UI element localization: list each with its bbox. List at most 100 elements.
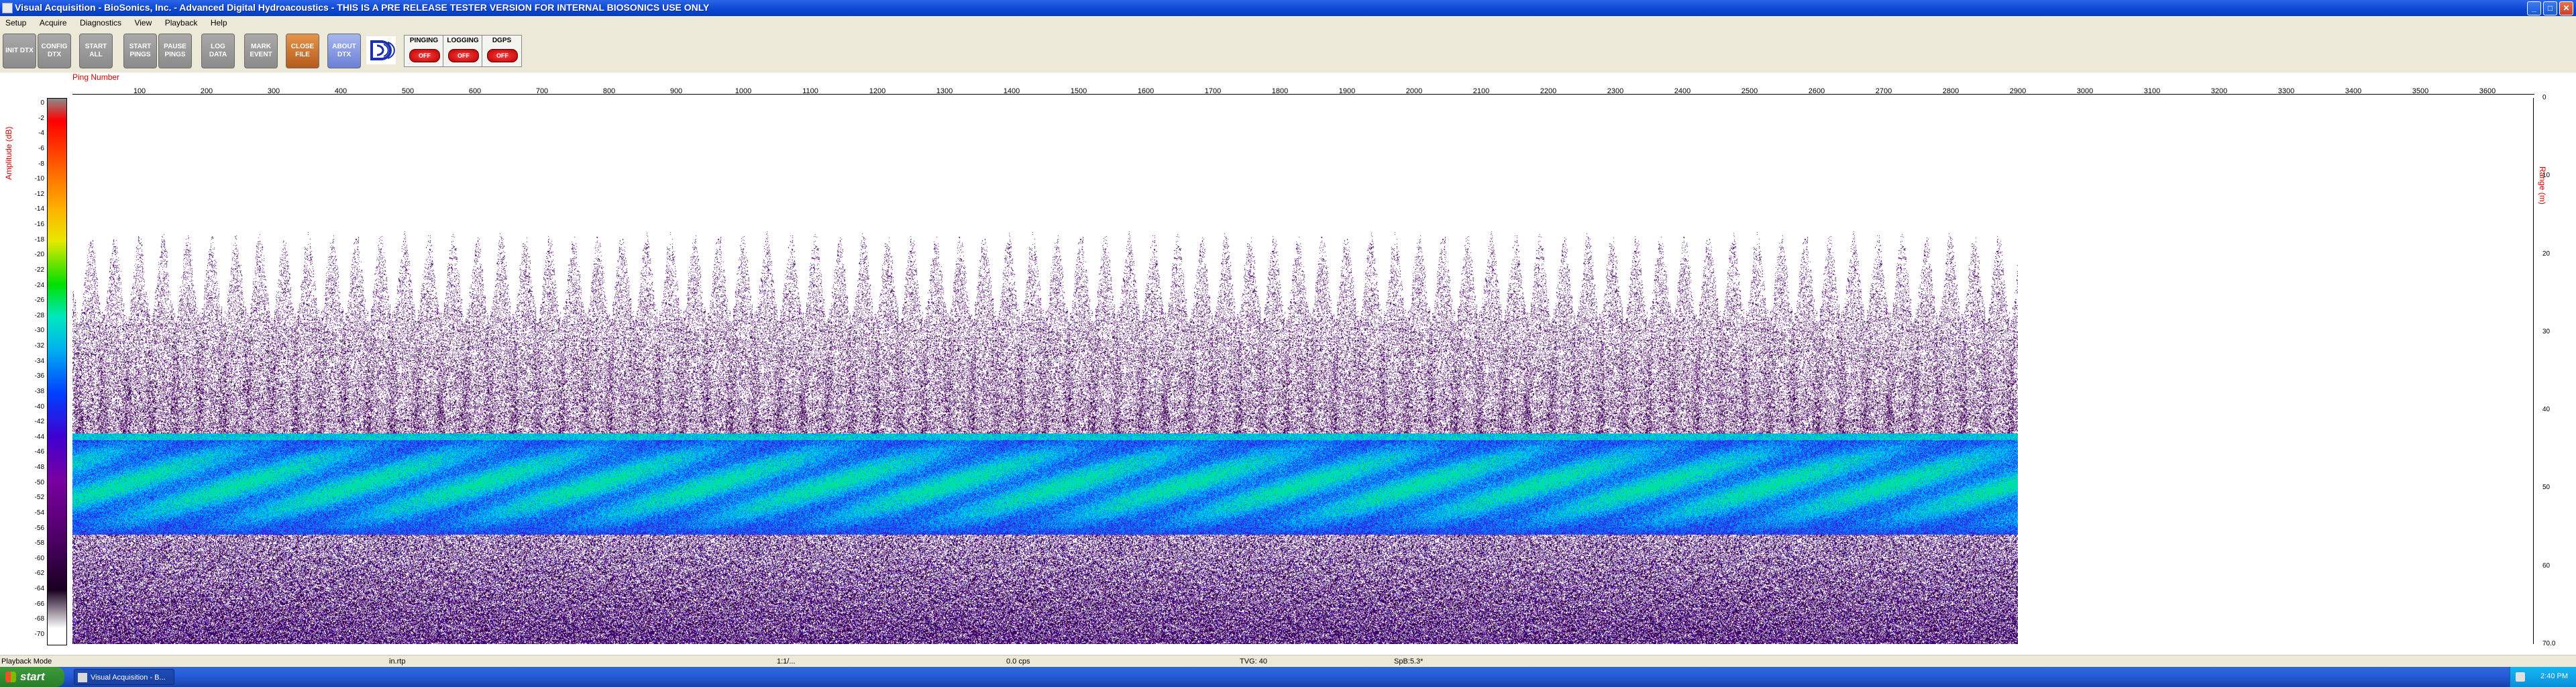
amplitude-tick-label: -46 bbox=[34, 448, 44, 456]
amplitude-tick-label: -12 bbox=[34, 190, 44, 198]
taskbar-item-visual-acquisition[interactable]: Visual Acquisition - B... bbox=[74, 669, 174, 685]
title-bar: Visual Acquisition - BioSonics, Inc. - A… bbox=[0, 0, 2576, 16]
config-dtx-button[interactable]: CONFIG DTX bbox=[38, 34, 71, 68]
windows-flag-icon bbox=[5, 672, 16, 682]
amplitude-tick-label: -16 bbox=[34, 221, 44, 229]
menu-acquire[interactable]: Acquire bbox=[34, 16, 72, 28]
amplitude-tick-label: -28 bbox=[34, 311, 44, 319]
log-data-button[interactable]: LOG DATA bbox=[201, 34, 235, 68]
ping-axis-line bbox=[72, 94, 2534, 95]
start-button[interactable]: start bbox=[0, 667, 64, 687]
amplitude-tick-label: -62 bbox=[34, 570, 44, 578]
status-position: 1:1/... bbox=[777, 657, 796, 666]
menu-playback[interactable]: Playback bbox=[160, 16, 203, 28]
amplitude-tick-label: -36 bbox=[34, 372, 44, 380]
status-tvg: TVG: 40 bbox=[1240, 657, 1267, 666]
dgps-label: DGPS bbox=[492, 37, 512, 44]
amplitude-tick-label: -6 bbox=[38, 144, 44, 152]
logging-indicator: LOGGING OFF bbox=[443, 35, 483, 67]
amplitude-tick-label: -2 bbox=[38, 114, 44, 122]
amplitude-tick-label: -40 bbox=[34, 403, 44, 411]
range-tick-label: 50 bbox=[2542, 484, 2551, 492]
echogram-panel: Ping Number 100 200 300 400 500 600 700 800 900 1… bbox=[0, 72, 2576, 655]
start-all-button[interactable]: START ALL bbox=[79, 34, 113, 68]
init-dtx-button[interactable]: INIT DTX bbox=[3, 34, 36, 68]
amplitude-tick-label: -42 bbox=[34, 418, 44, 426]
amplitude-tick-label: -20 bbox=[34, 251, 44, 259]
range-tick-label: 70.0 bbox=[2542, 640, 2556, 647]
amplitude-tick-label: -4 bbox=[38, 129, 44, 138]
amplitude-tick-label: -64 bbox=[34, 585, 44, 593]
dgps-indicator: DGPS OFF bbox=[482, 35, 522, 67]
minimize-button[interactable]: _ bbox=[2527, 1, 2541, 15]
ping-axis: 100 200 300 400 500 600 700 800 900 1000 1100 1200 1… bbox=[0, 79, 2576, 99]
pinging-label: PINGING bbox=[409, 37, 439, 44]
app-icon bbox=[2, 3, 13, 13]
start-pings-button[interactable]: START PINGS bbox=[123, 34, 157, 68]
pinging-lamp: OFF bbox=[409, 49, 440, 62]
status-file: in.rtp bbox=[389, 657, 406, 666]
toolbar: INIT DTX CONFIG DTX START ALL START PING… bbox=[0, 30, 2576, 72]
about-dtx-button[interactable]: ABOUT DTX bbox=[327, 34, 361, 68]
amplitude-axis-label: Amplitude (dB) bbox=[4, 126, 13, 180]
amplitude-tick-label: -52 bbox=[34, 494, 44, 502]
range-tick-label: 20 bbox=[2542, 250, 2551, 258]
amplitude-tick-label: -66 bbox=[34, 600, 44, 608]
amplitude-tick-label: -24 bbox=[34, 281, 44, 289]
mark-event-button[interactable]: MARK EVENT bbox=[244, 34, 278, 68]
amplitude-tick-label: -14 bbox=[34, 205, 44, 213]
pinging-indicator: PINGING OFF bbox=[404, 35, 444, 67]
amplitude-tick-label: -34 bbox=[34, 357, 44, 365]
amplitude-tick-label: -58 bbox=[34, 539, 44, 547]
range-tick-label: 10 bbox=[2542, 172, 2551, 180]
menu-setup[interactable]: Setup bbox=[0, 16, 31, 28]
range-tick-label: 60 bbox=[2542, 562, 2551, 570]
amplitude-colorbar bbox=[47, 98, 67, 645]
amplitude-tick-label: -48 bbox=[34, 464, 44, 472]
menu-view[interactable]: View bbox=[129, 16, 156, 28]
amplitude-tick-label: -22 bbox=[34, 266, 44, 274]
range-axis-line bbox=[2533, 98, 2534, 644]
status-bar: Playback Mode in.rtp 1:1/... 0.0 cps TVG… bbox=[0, 655, 2576, 668]
amplitude-tick-label: -32 bbox=[34, 342, 44, 350]
pause-pings-button[interactable]: PAUSE PINGS bbox=[158, 34, 192, 68]
clock: 2:40 PM bbox=[2540, 672, 2568, 680]
amplitude-tick-label: -56 bbox=[34, 524, 44, 532]
amplitude-tick-label: -70 bbox=[34, 631, 44, 638]
tray-icon[interactable] bbox=[2516, 672, 2525, 682]
range-tick-label: 40 bbox=[2542, 406, 2551, 414]
logging-label: LOGGING bbox=[447, 37, 479, 44]
amplitude-tick-label: -8 bbox=[38, 160, 44, 168]
amplitude-tick-label: -60 bbox=[34, 554, 44, 562]
amplitude-tick-label: -68 bbox=[34, 615, 44, 623]
start-label: start bbox=[20, 670, 45, 683]
status-mode: Playback Mode bbox=[1, 657, 52, 666]
taskbar: start Visual Acquisition - B... 2:40 PM bbox=[0, 667, 2576, 687]
system-tray: 2:40 PM bbox=[2510, 667, 2576, 687]
range-tick-label: 0 bbox=[2542, 94, 2546, 101]
biosonics-logo-icon bbox=[366, 36, 396, 64]
amplitude-tick-label: 0 bbox=[40, 99, 44, 107]
menu-bar: Setup Acquire Diagnostics View Playback … bbox=[0, 16, 2576, 30]
dgps-lamp: OFF bbox=[487, 49, 518, 62]
amplitude-tick-label: -54 bbox=[34, 509, 44, 517]
range-tick-label: 30 bbox=[2542, 327, 2551, 335]
amplitude-tick-label: -10 bbox=[34, 175, 44, 183]
status-spb: SpB:5.3* bbox=[1394, 657, 1424, 666]
amplitude-tick-label: -18 bbox=[34, 235, 44, 244]
amplitude-tick-label: -30 bbox=[34, 327, 44, 335]
maximize-button[interactable]: □ bbox=[2543, 1, 2557, 15]
menu-help[interactable]: Help bbox=[205, 16, 232, 28]
app-icon bbox=[78, 673, 87, 682]
amplitude-tick-label: -50 bbox=[34, 478, 44, 486]
taskbar-item-label: Visual Acquisition - B... bbox=[91, 674, 166, 682]
echogram-canvas[interactable] bbox=[72, 98, 2018, 644]
amplitude-tick-label: -26 bbox=[34, 297, 44, 305]
logging-lamp: OFF bbox=[448, 49, 479, 62]
close-file-button[interactable]: CLOSE FILE bbox=[286, 34, 319, 68]
window-title: Visual Acquisition - BioSonics, Inc. - A… bbox=[15, 2, 710, 13]
amplitude-tick-label: -38 bbox=[34, 387, 44, 395]
status-rate: 0.0 cps bbox=[1006, 657, 1030, 666]
close-button[interactable]: ✕ bbox=[2559, 1, 2573, 15]
menu-diagnostics[interactable]: Diagnostics bbox=[74, 16, 126, 28]
